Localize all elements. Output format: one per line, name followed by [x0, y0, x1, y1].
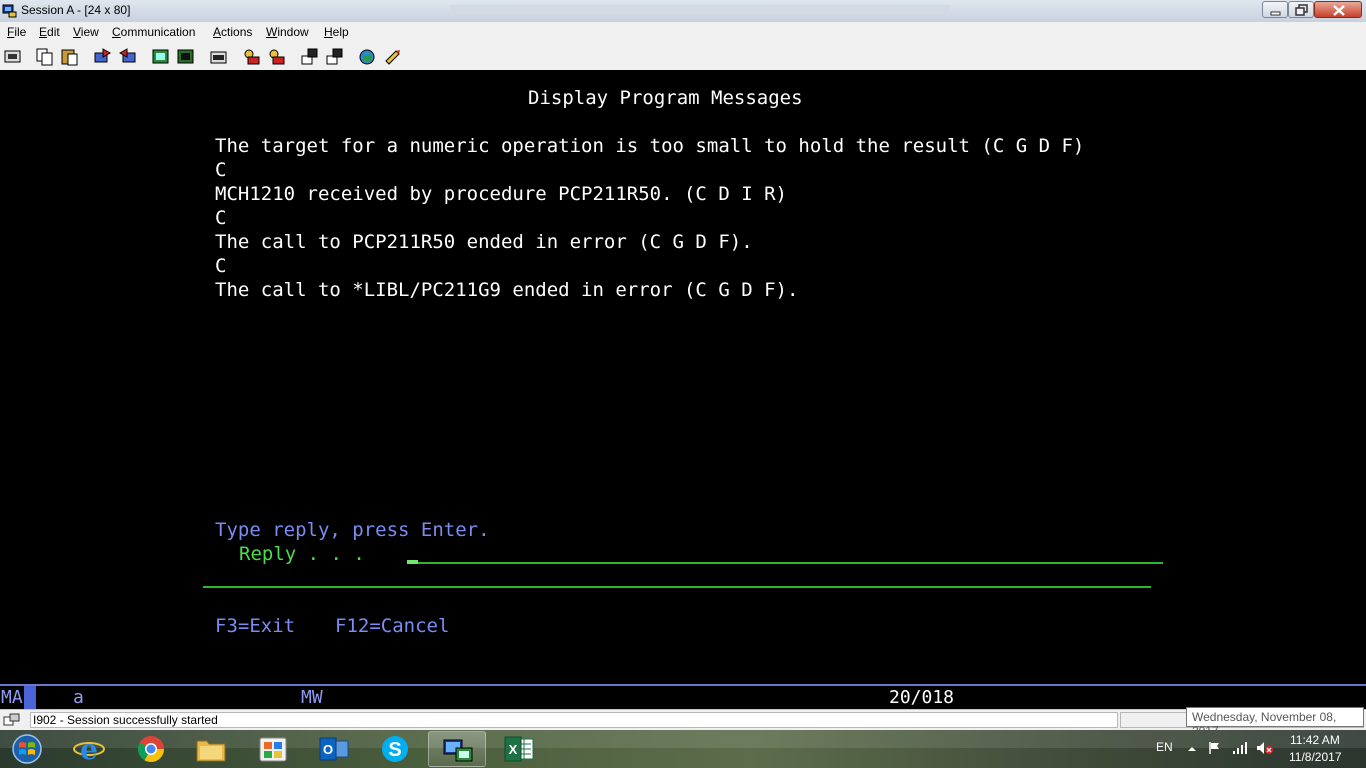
- taskbar-skype[interactable]: S: [366, 731, 424, 767]
- emulator-app-icon[interactable]: [2, 3, 17, 18]
- record-macro-icon[interactable]: [209, 47, 228, 66]
- taskbar-office-upload[interactable]: [244, 731, 302, 767]
- language-indicator[interactable]: EN: [1156, 740, 1173, 754]
- receive-file-icon[interactable]: [118, 47, 137, 66]
- send-file-icon[interactable]: [93, 47, 112, 66]
- connect-icon[interactable]: [300, 47, 319, 66]
- oia-indicator: MW: [301, 687, 323, 708]
- oia-cursor-position: 20/018: [889, 687, 955, 708]
- taskbar-google-chrome[interactable]: [122, 731, 180, 767]
- print-screen-icon[interactable]: [3, 47, 22, 66]
- reply-label: Reply . . .: [239, 543, 365, 565]
- oia-session: a: [73, 687, 84, 708]
- windows-start-icon: [12, 734, 42, 764]
- show-hidden-icons-icon[interactable]: [1187, 741, 1197, 759]
- action-center-flag-icon[interactable]: [1208, 741, 1222, 760]
- menu-edit[interactable]: Edit: [39, 25, 60, 39]
- operator-info-area: MA a MW 20/018: [0, 684, 1366, 711]
- close-icon: [1333, 5, 1345, 16]
- minimize-button[interactable]: [1262, 1, 1288, 18]
- taskbar-file-explorer[interactable]: [182, 731, 240, 767]
- taskbar: e O S X EN 11:42 AM 11/8/2017: [0, 730, 1366, 768]
- menu-file[interactable]: File: [7, 25, 26, 39]
- session-status-icon: [3, 713, 21, 727]
- background-window-ghost: [450, 5, 950, 15]
- message-line[interactable]: C: [215, 255, 226, 277]
- clock-time[interactable]: 11:42 AM: [1290, 733, 1340, 747]
- taskbar-ibm-access-client[interactable]: [428, 731, 486, 767]
- excel-icon: X: [504, 736, 534, 762]
- terminal-emulator-icon: [443, 739, 473, 762]
- stop-macro-icon[interactable]: [242, 47, 261, 66]
- display-keypad-icon[interactable]: [151, 47, 170, 66]
- title-bar[interactable]: Session A - [24 x 80]: [0, 0, 1366, 23]
- menu-communication[interactable]: Communication: [112, 25, 195, 39]
- minimize-icon: [1270, 11, 1281, 16]
- play-macro-icon[interactable]: [267, 47, 286, 66]
- menu-help[interactable]: Help: [324, 25, 349, 39]
- toolbar: [0, 42, 1366, 71]
- maximize-button[interactable]: [1288, 1, 1314, 18]
- close-button[interactable]: [1314, 1, 1362, 18]
- reply-input-field[interactable]: [407, 562, 1163, 564]
- function-key-exit[interactable]: F3=Exit: [215, 615, 295, 637]
- svg-text:e: e: [80, 735, 98, 763]
- paste-icon[interactable]: [60, 47, 79, 66]
- office-upload-icon: [259, 737, 287, 762]
- terminal-screen[interactable]: Display Program Messages The target for …: [0, 70, 1366, 684]
- menu-actions[interactable]: Actions: [213, 25, 252, 39]
- message-line[interactable]: MCH1210 received by procedure PCP211R50.…: [215, 183, 787, 205]
- internet-explorer-icon: e: [73, 735, 105, 763]
- taskbar-outlook[interactable]: O: [305, 731, 363, 767]
- volume-muted-icon[interactable]: [1256, 741, 1274, 760]
- status-message: I902 - Session successfully started: [33, 713, 218, 727]
- menu-window[interactable]: Window: [266, 25, 309, 39]
- menu-bar: File Edit View Communication Actions Win…: [0, 22, 1366, 42]
- svg-text:S: S: [388, 739, 401, 761]
- oia-mode-highlight: [24, 686, 36, 711]
- svg-text:X: X: [509, 742, 518, 757]
- message-line[interactable]: The target for a numeric operation is to…: [215, 135, 1084, 157]
- macro-icon[interactable]: [176, 47, 195, 66]
- function-key-cancel[interactable]: F12=Cancel: [335, 615, 449, 637]
- status-bar: I902 - Session successfully started: [0, 709, 1366, 731]
- screen-title: Display Program Messages: [528, 87, 803, 109]
- web-browser-icon[interactable]: [358, 47, 377, 66]
- network-signal-icon[interactable]: [1232, 741, 1248, 760]
- customize-icon[interactable]: [383, 47, 402, 66]
- message-line[interactable]: C: [215, 159, 226, 181]
- menu-view[interactable]: View: [73, 25, 99, 39]
- restore-icon: [1295, 4, 1308, 16]
- skype-icon: S: [382, 736, 408, 762]
- taskbar-excel[interactable]: X: [490, 731, 548, 767]
- date-tooltip: Wednesday, November 08, 2017: [1186, 707, 1364, 738]
- message-line[interactable]: The call to PCP211R50 ended in error (C …: [215, 231, 753, 253]
- text-cursor: [407, 560, 418, 564]
- start-button[interactable]: [0, 731, 58, 767]
- message-line[interactable]: The call to *LIBL/PC211G9 ended in error…: [215, 279, 798, 301]
- window-title: Session A - [24 x 80]: [21, 3, 131, 17]
- oia-mode: MA: [1, 687, 23, 708]
- copy-icon[interactable]: [35, 47, 54, 66]
- message-line[interactable]: C: [215, 207, 226, 229]
- disconnect-icon[interactable]: [325, 47, 344, 66]
- reply-prompt: Type reply, press Enter.: [215, 519, 490, 541]
- chrome-icon: [137, 736, 165, 763]
- clock-date[interactable]: 11/8/2017: [1289, 750, 1342, 764]
- outlook-icon: O: [319, 737, 349, 761]
- taskbar-internet-explorer[interactable]: e: [60, 731, 118, 767]
- separator-line: [203, 586, 1151, 588]
- svg-text:O: O: [323, 742, 333, 757]
- folder-icon: [196, 740, 226, 762]
